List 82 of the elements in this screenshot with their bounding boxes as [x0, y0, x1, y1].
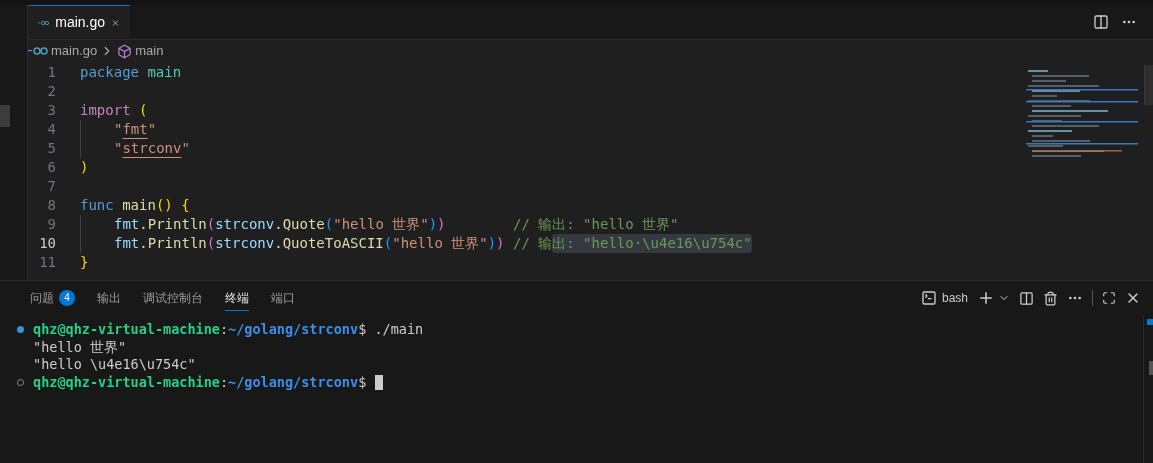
split-editor-icon[interactable] — [1093, 14, 1109, 30]
bracket: ( — [206, 215, 216, 234]
bracket: ( — [138, 101, 148, 120]
bracket: } — [80, 253, 89, 272]
count-badge: 4 — [59, 289, 75, 306]
go-file-icon — [28, 47, 48, 55]
prompt-path: ~/golang/strconv — [228, 321, 359, 339]
terminal-icon[interactable] — [920, 290, 937, 306]
import-path: fmt — [122, 120, 148, 139]
function-name: Println — [147, 234, 207, 253]
plus-icon[interactable] — [977, 289, 995, 307]
line-number: 10 — [38, 234, 56, 253]
scrollbar[interactable] — [1143, 315, 1153, 463]
scrollbar[interactable] — [1144, 65, 1153, 105]
bracket: ) — [80, 158, 89, 177]
bracket: ( — [324, 215, 334, 234]
import-path: strconv — [122, 139, 182, 158]
code-text: . — [274, 215, 283, 234]
identifier: strconv — [215, 215, 275, 234]
code-text: . — [274, 234, 283, 253]
bracket: ( — [206, 234, 216, 253]
prompt-symbol: $ — [358, 373, 367, 391]
terminal-output: "hello \u4e16\u754c" — [33, 356, 196, 372]
bracket: ) — [437, 215, 446, 234]
sidebar-marker — [0, 105, 10, 127]
code-comment: // 输出: "hello 世界" — [511, 215, 679, 234]
line-number: 4 — [46, 120, 56, 139]
identifier: strconv — [215, 234, 275, 253]
cube-icon — [117, 43, 133, 59]
code-text: . — [139, 234, 148, 253]
string-literal: "hello 世界" — [333, 215, 429, 234]
bracket: ) — [428, 215, 438, 234]
line-number: 2 — [46, 82, 56, 101]
breadcrumb-symbol[interactable]: main — [135, 41, 164, 61]
keyword: func — [80, 196, 114, 215]
line-number: 3 — [46, 101, 56, 120]
identifier: fmt — [114, 215, 140, 234]
bracket: ) — [496, 234, 505, 253]
keyword: package — [80, 63, 139, 82]
line-number: 6 — [46, 158, 56, 177]
go-file-icon — [38, 18, 50, 27]
prompt-separator: : — [219, 321, 229, 339]
identifier: fmt — [114, 234, 140, 253]
split-terminal-icon[interactable] — [1019, 290, 1034, 306]
line-number: 1 — [46, 63, 56, 82]
function-name: main — [121, 196, 156, 215]
bracket: ) — [487, 234, 497, 253]
maximize-icon[interactable] — [1102, 291, 1116, 305]
function-name: Println — [147, 215, 207, 234]
prompt-user: qhz@qhz-virtual-machine — [33, 321, 220, 339]
prompt-separator: : — [219, 373, 229, 391]
panel-tab[interactable]: 问题 4 — [30, 285, 75, 311]
line-number: 5 — [46, 139, 56, 158]
line-number: 8 — [46, 196, 56, 215]
tab-label: 问题 — [30, 289, 54, 307]
terminal-output: "hello 世界" — [33, 338, 127, 355]
highlighted-comment: 出: "hello·\u4e16\u754c" — [552, 234, 752, 253]
function-name: Quote — [282, 215, 325, 234]
string-literal: "hello 世界" — [392, 234, 488, 253]
string-literal: " — [181, 139, 190, 158]
line-number: 7 — [46, 177, 56, 196]
string-literal: " — [114, 139, 123, 158]
prompt-symbol: $ — [358, 321, 367, 339]
line-number: 11 — [38, 253, 56, 272]
bracket: ( — [383, 234, 393, 253]
bracket: () { — [155, 196, 190, 215]
string-literal: " — [147, 120, 157, 139]
code-comment: // 输 — [511, 234, 553, 253]
terminal-name[interactable]: bash — [941, 289, 968, 307]
tab-label: main.go — [55, 13, 106, 32]
string-literal: " — [114, 120, 123, 139]
code-text: . — [139, 215, 148, 234]
line-number: 9 — [46, 215, 56, 234]
prompt-path: ~/golang/strconv — [228, 373, 359, 391]
prompt-user: qhz@qhz-virtual-machine — [33, 373, 220, 391]
terminal-command: ./main — [373, 321, 424, 339]
breadcrumb-file[interactable]: main.go — [51, 41, 98, 61]
trash-icon[interactable] — [1043, 290, 1058, 306]
type-name: main — [146, 63, 182, 82]
function-name: QuoteToASCII — [282, 234, 384, 253]
keyword: import — [80, 101, 131, 120]
editor-tab[interactable]: main.go — [28, 5, 130, 39]
